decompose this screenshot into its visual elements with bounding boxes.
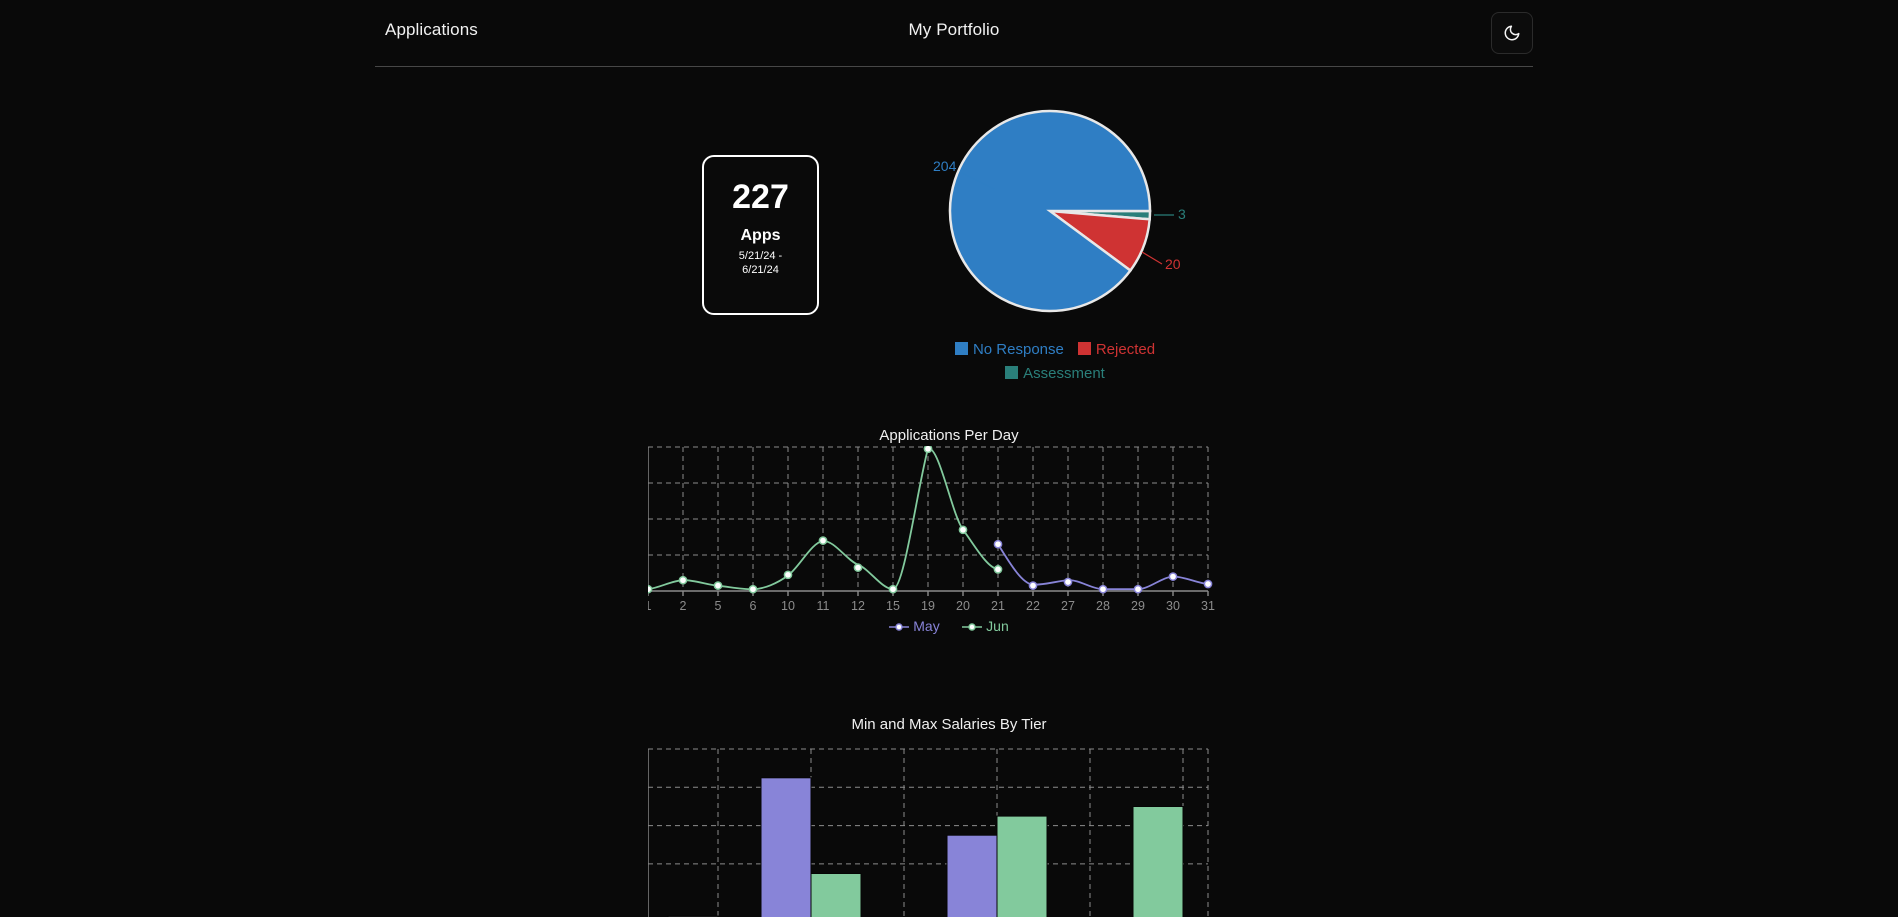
line-x-ticks [648, 591, 1209, 596]
legend-label-may: May [913, 618, 940, 634]
line-x-tick-label: 19 [921, 599, 935, 613]
app-header: Applications My Portfolio [0, 0, 1898, 67]
line-x-tick-labels: 125610111215192021222728293031 [648, 599, 1215, 613]
stat-date-start: 5/21/24 - [738, 250, 783, 262]
line-x-tick-label: 6 [750, 599, 757, 613]
legend-label-jun: Jun [986, 618, 1009, 634]
legend-item-rejected[interactable]: Rejected [1077, 338, 1156, 362]
bar-3[interactable] [946, 834, 998, 917]
bar-grid-vertical [648, 749, 1209, 917]
line-x-tick-label: 30 [1166, 599, 1180, 613]
line-x-tick-label: 28 [1096, 599, 1110, 613]
pie-svg: 3 20 204 [933, 109, 1186, 313]
line-x-tick-label: 1 [648, 599, 652, 613]
legend-swatch-assessment [1005, 366, 1019, 379]
legend-item-jun[interactable]: Jun [962, 618, 1009, 634]
line-chart-svg: 80 60 40 20 0 12561011121519202122272829… [648, 446, 1215, 613]
line-x-tick-label: 12 [851, 599, 865, 613]
theme-toggle-button[interactable] [1491, 12, 1533, 54]
stat-date-range: 5/21/24 - 6/21/24 [739, 250, 782, 278]
bar-grid-horizontal [648, 748, 1208, 865]
line-x-tick-label: 2 [680, 599, 687, 613]
line-chart-legend: May Jun [0, 618, 1898, 636]
legend-item-assessment[interactable]: Assessment [1005, 362, 1105, 386]
pie-slice-no-response[interactable] [948, 109, 1152, 313]
bar-2[interactable] [810, 873, 862, 917]
bar-1[interactable] [760, 777, 812, 917]
dashboard-page: Applications My Portfolio 227 Apps 5/21/… [0, 0, 1898, 917]
page-title: My Portfolio [908, 20, 1000, 39]
legend-item-no-response[interactable]: No Response [954, 338, 1064, 362]
line-x-tick-label: 22 [1026, 599, 1040, 613]
line-x-tick-label: 21 [991, 599, 1005, 613]
moon-icon [1503, 24, 1521, 42]
pie-label-assessment: 3 [1178, 206, 1186, 222]
pie-slices [948, 109, 1152, 313]
applications-per-day-chart: Applications Per Day 2 5 6 10 11 12 15 1… [0, 396, 1898, 686]
line-x-tick-label: 10 [781, 599, 795, 613]
pie-label-no-response: 204 [933, 158, 957, 174]
line-x-tick-label: 5 [715, 599, 722, 613]
line-x-tick-label: 15 [886, 599, 900, 613]
legend-label-assessment: Assessment [1023, 365, 1105, 382]
status-pie-chart: 3 20 204 No Response Rejected Assessment [890, 106, 1220, 396]
bar-chart-title: Min and Max Salaries By Tier [851, 716, 1047, 733]
bar-series [667, 777, 1184, 917]
legend-label-no-response: No Response [972, 341, 1064, 358]
line-x-tick-label: 27 [1061, 599, 1075, 613]
header-inner: Applications My Portfolio [375, 0, 1533, 66]
legend-swatch-no-response [954, 342, 968, 355]
bar-5[interactable] [1132, 806, 1184, 917]
pie-label-rejected: 20 [1165, 256, 1181, 272]
line-x-tick-label: 29 [1131, 599, 1145, 613]
summary-row: 227 Apps 5/21/24 - 6/21/24 3 20 204 No R… [0, 66, 1898, 396]
apps-stat-card: 227 Apps 5/21/24 - 6/21/24 [702, 155, 819, 315]
stat-label: Apps [740, 227, 781, 244]
line-x-tick-label: 11 [817, 599, 830, 613]
bar-chart-svg: 16 12 8 4 [648, 748, 1209, 917]
stat-value: 227 [732, 178, 789, 216]
legend-swatch-rejected [1077, 342, 1091, 355]
legend-marker-may [889, 623, 910, 631]
legend-marker-jun [962, 623, 983, 631]
stat-date-end: 6/21/24 [742, 263, 779, 276]
line-x-tick-label: 31 [1201, 599, 1215, 613]
salaries-by-tier-chart: Min and Max Salaries By Tier [0, 686, 1898, 917]
bar-4[interactable] [996, 815, 1048, 917]
line-x-tick-label: 20 [956, 599, 970, 613]
legend-item-may[interactable]: May [889, 618, 940, 634]
line-chart-title: Applications Per Day [879, 427, 1019, 444]
pie-legend: No Response Rejected Assessment [890, 338, 1220, 386]
legend-label-rejected: Rejected [1095, 341, 1156, 358]
